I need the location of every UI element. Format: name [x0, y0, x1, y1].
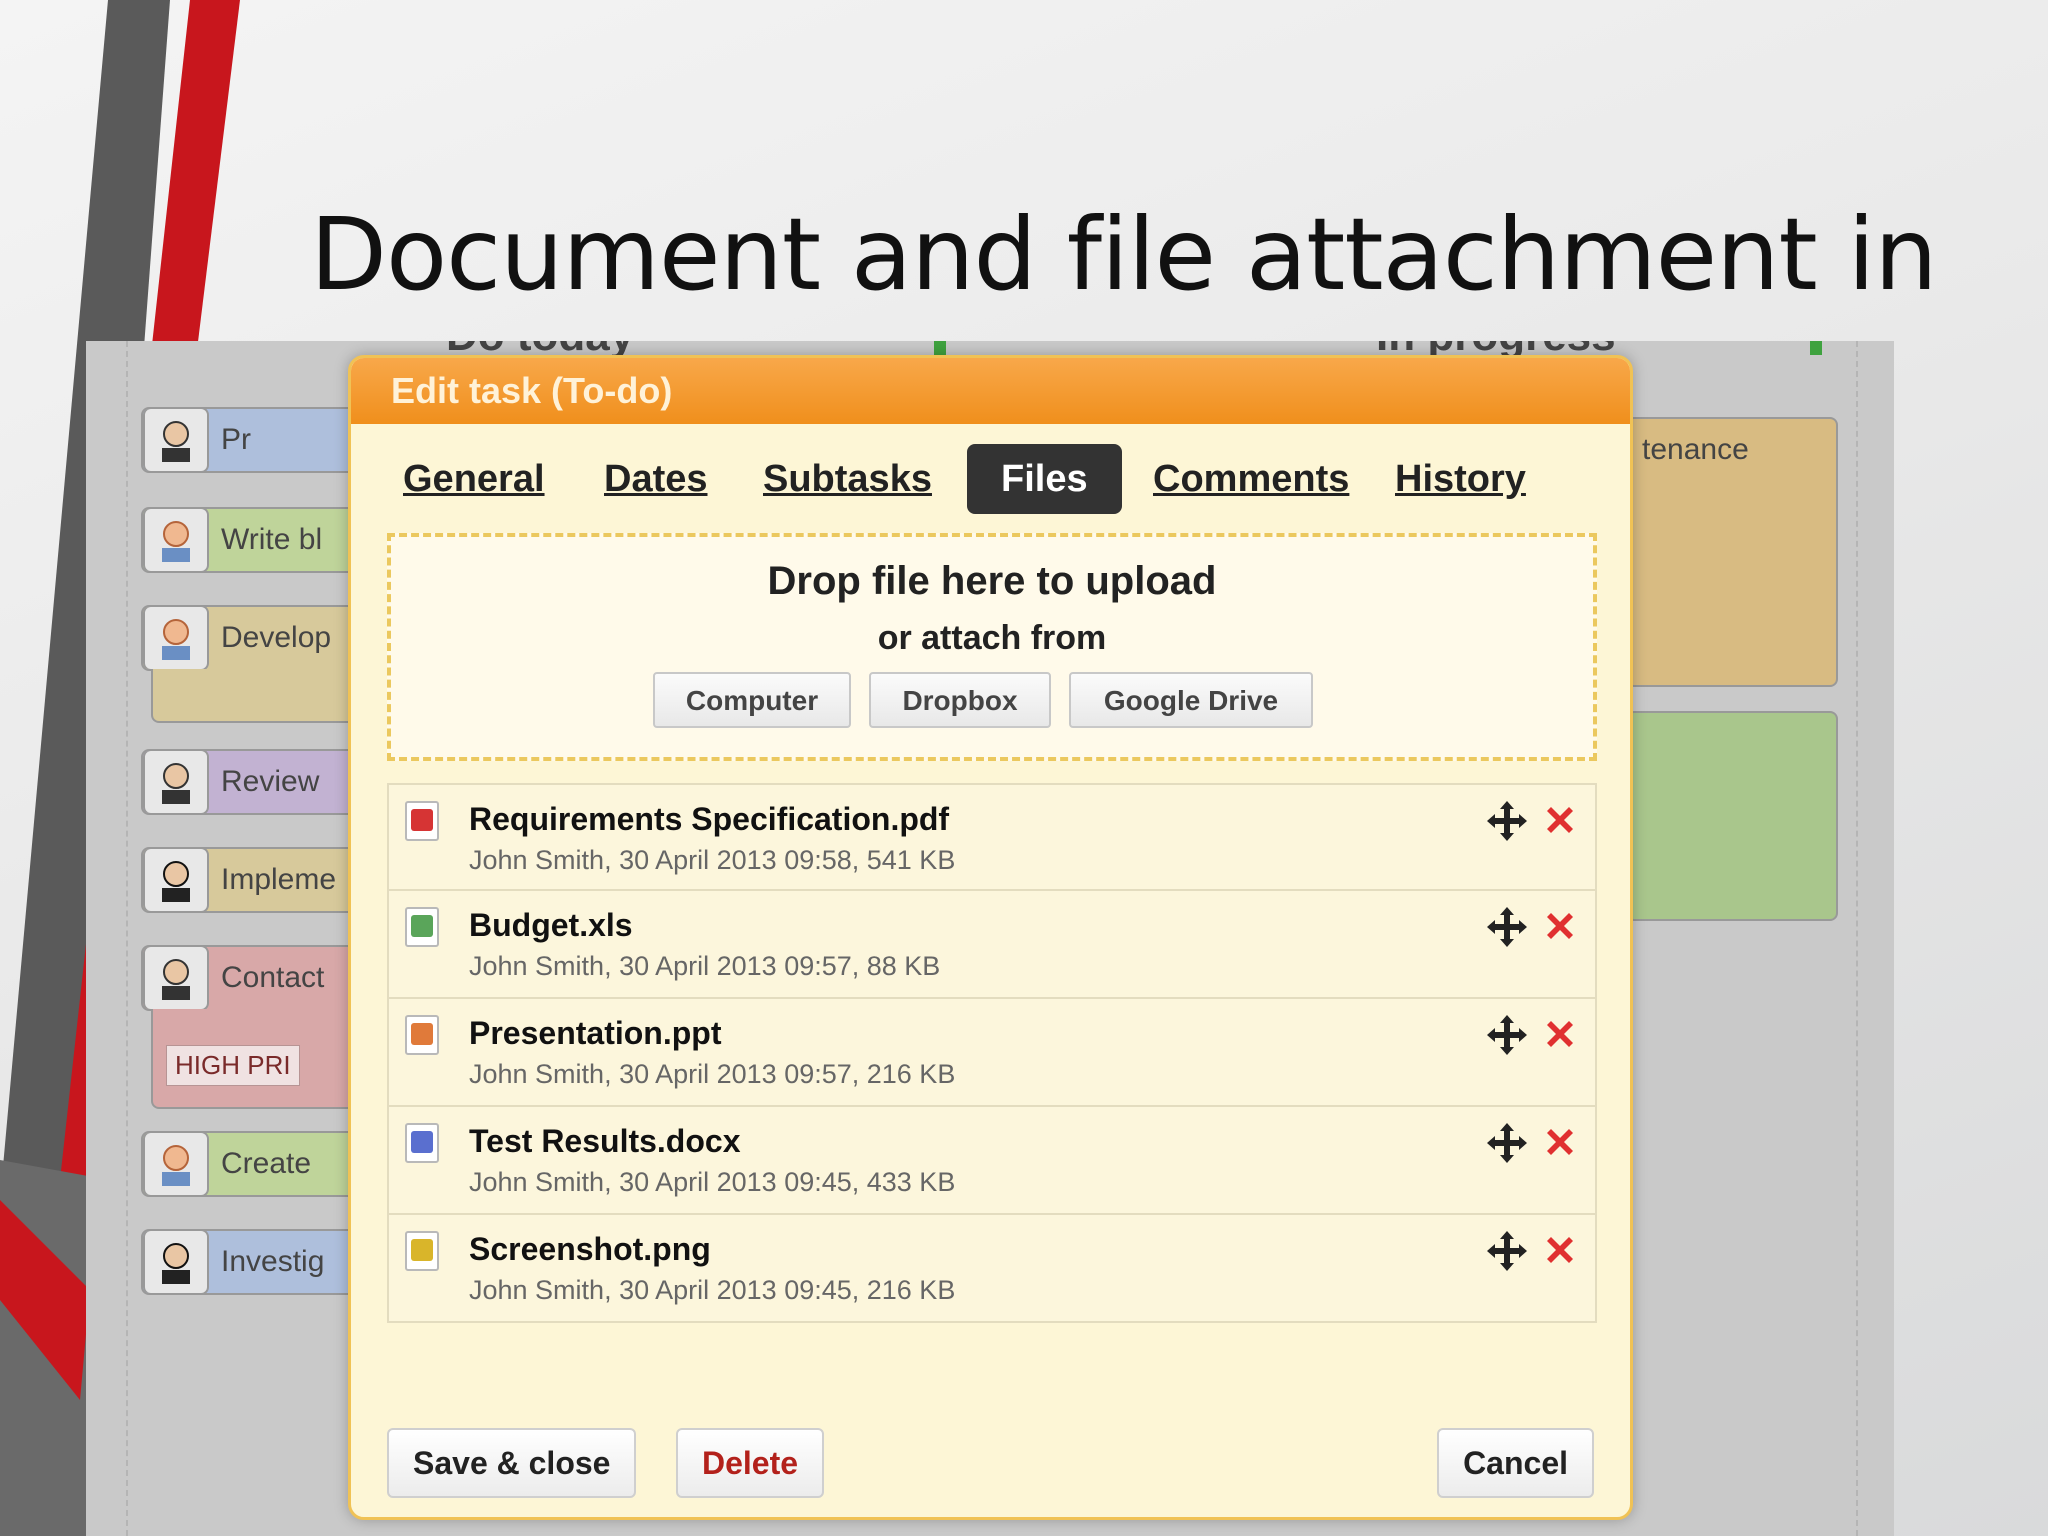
file-name[interactable]: Budget.xls [469, 907, 633, 944]
delete-file-icon[interactable] [1541, 1231, 1579, 1269]
file-list: Requirements Specification.pdf John Smit… [387, 783, 1597, 1323]
delete-file-icon[interactable] [1541, 907, 1579, 945]
tab-subtasks[interactable]: Subtasks [763, 444, 932, 514]
column-limit-marker [934, 341, 946, 355]
avatar [143, 607, 209, 669]
tab-dates[interactable]: Dates [604, 444, 708, 514]
task-card[interactable]: Pr [141, 407, 381, 473]
task-card-label: Investig [221, 1245, 325, 1278]
tab-files[interactable]: Files [967, 444, 1122, 514]
file-name[interactable]: Screenshot.png [469, 1231, 711, 1268]
task-card[interactable]: tenance [1626, 417, 1838, 687]
attach-dropbox-button[interactable]: Dropbox [869, 672, 1051, 728]
avatar [143, 849, 209, 911]
file-name[interactable]: Test Results.docx [469, 1123, 740, 1160]
task-card[interactable]: Impleme [141, 847, 381, 913]
file-row[interactable]: Presentation.ppt John Smith, 30 April 20… [387, 999, 1597, 1107]
task-card[interactable]: Create [141, 1131, 381, 1197]
task-card-label: Develop [221, 621, 332, 654]
file-row[interactable]: Budget.xls John Smith, 30 April 2013 09:… [387, 891, 1597, 999]
task-card[interactable]: Contact [141, 945, 381, 1011]
task-card[interactable] [1626, 711, 1838, 921]
task-card-label: Pr [221, 423, 251, 456]
task-card[interactable]: Write bl [141, 507, 381, 573]
attach-computer-button[interactable]: Computer [653, 672, 851, 728]
avatar [143, 751, 209, 813]
move-icon[interactable] [1485, 1229, 1529, 1273]
dialog-title: Edit task (To-do) [391, 370, 673, 411]
task-card-label: Write bl [221, 523, 323, 556]
file-meta: John Smith, 30 April 2013 09:45, 216 KB [469, 1275, 956, 1305]
priority-tag: HIGH PRI [166, 1045, 300, 1086]
task-card[interactable]: Review [141, 749, 381, 815]
avatar [143, 947, 209, 1009]
file-row[interactable]: Screenshot.png John Smith, 30 April 2013… [387, 1215, 1597, 1323]
dropzone-title: Drop file here to upload [767, 559, 1217, 603]
tab-general[interactable]: General [403, 444, 545, 514]
cancel-button[interactable]: Cancel [1437, 1428, 1594, 1498]
tab-bar: General Dates Subtasks Files Comments Hi… [351, 444, 1630, 514]
file-row[interactable]: Requirements Specification.pdf John Smit… [387, 783, 1597, 891]
task-card-label: Review [221, 765, 320, 798]
document-icon [405, 1123, 439, 1163]
file-meta: John Smith, 30 April 2013 09:45, 433 KB [469, 1167, 956, 1197]
task-card[interactable]: Develop [141, 605, 381, 671]
task-card-label: Contact [221, 961, 325, 994]
save-close-button[interactable]: Save & close [387, 1428, 637, 1498]
column-divider [126, 341, 128, 1536]
attach-google-drive-button[interactable]: Google Drive [1069, 672, 1313, 728]
spreadsheet-icon [405, 907, 439, 947]
dropzone-subtitle: or attach from [877, 619, 1107, 657]
column-divider [1856, 341, 1858, 1536]
task-card-label: Impleme [221, 863, 337, 896]
task-card-label: tenance [1642, 433, 1749, 466]
delete-task-button[interactable]: Delete [676, 1428, 825, 1498]
edit-task-dialog: Edit task (To-do) General Dates Subtasks… [348, 355, 1633, 1520]
slide-title: Document and file attachment in [310, 196, 1938, 313]
task-card[interactable]: Investig [141, 1229, 381, 1295]
avatar [143, 509, 209, 571]
card-tag-strip [151, 669, 381, 723]
move-icon[interactable] [1485, 799, 1529, 843]
file-row[interactable]: Test Results.docx John Smith, 30 April 2… [387, 1107, 1597, 1215]
file-name[interactable]: Presentation.ppt [469, 1015, 721, 1052]
file-dropzone[interactable]: Drop file here to upload or attach from … [387, 533, 1597, 761]
file-meta: John Smith, 30 April 2013 09:57, 88 KB [469, 951, 941, 981]
move-icon[interactable] [1485, 905, 1529, 949]
delete-file-icon[interactable] [1541, 801, 1579, 839]
avatar [143, 409, 209, 471]
move-icon[interactable] [1485, 1121, 1529, 1165]
move-icon[interactable] [1485, 1013, 1529, 1057]
file-name[interactable]: Requirements Specification.pdf [469, 801, 949, 838]
pdf-icon [405, 801, 439, 841]
presentation-icon [405, 1015, 439, 1055]
avatar [143, 1133, 209, 1195]
tab-comments[interactable]: Comments [1153, 444, 1349, 514]
task-card-label: Create [221, 1147, 312, 1180]
delete-file-icon[interactable] [1541, 1015, 1579, 1053]
delete-file-icon[interactable] [1541, 1123, 1579, 1161]
avatar [143, 1231, 209, 1293]
file-meta: John Smith, 30 April 2013 09:57, 216 KB [469, 1059, 956, 1089]
file-meta: John Smith, 30 April 2013 09:58, 541 KB [469, 845, 956, 875]
dialog-header: Edit task (To-do) [351, 358, 1630, 424]
tab-history[interactable]: History [1395, 444, 1526, 514]
image-icon [405, 1231, 439, 1271]
column-limit-marker [1810, 341, 1822, 355]
